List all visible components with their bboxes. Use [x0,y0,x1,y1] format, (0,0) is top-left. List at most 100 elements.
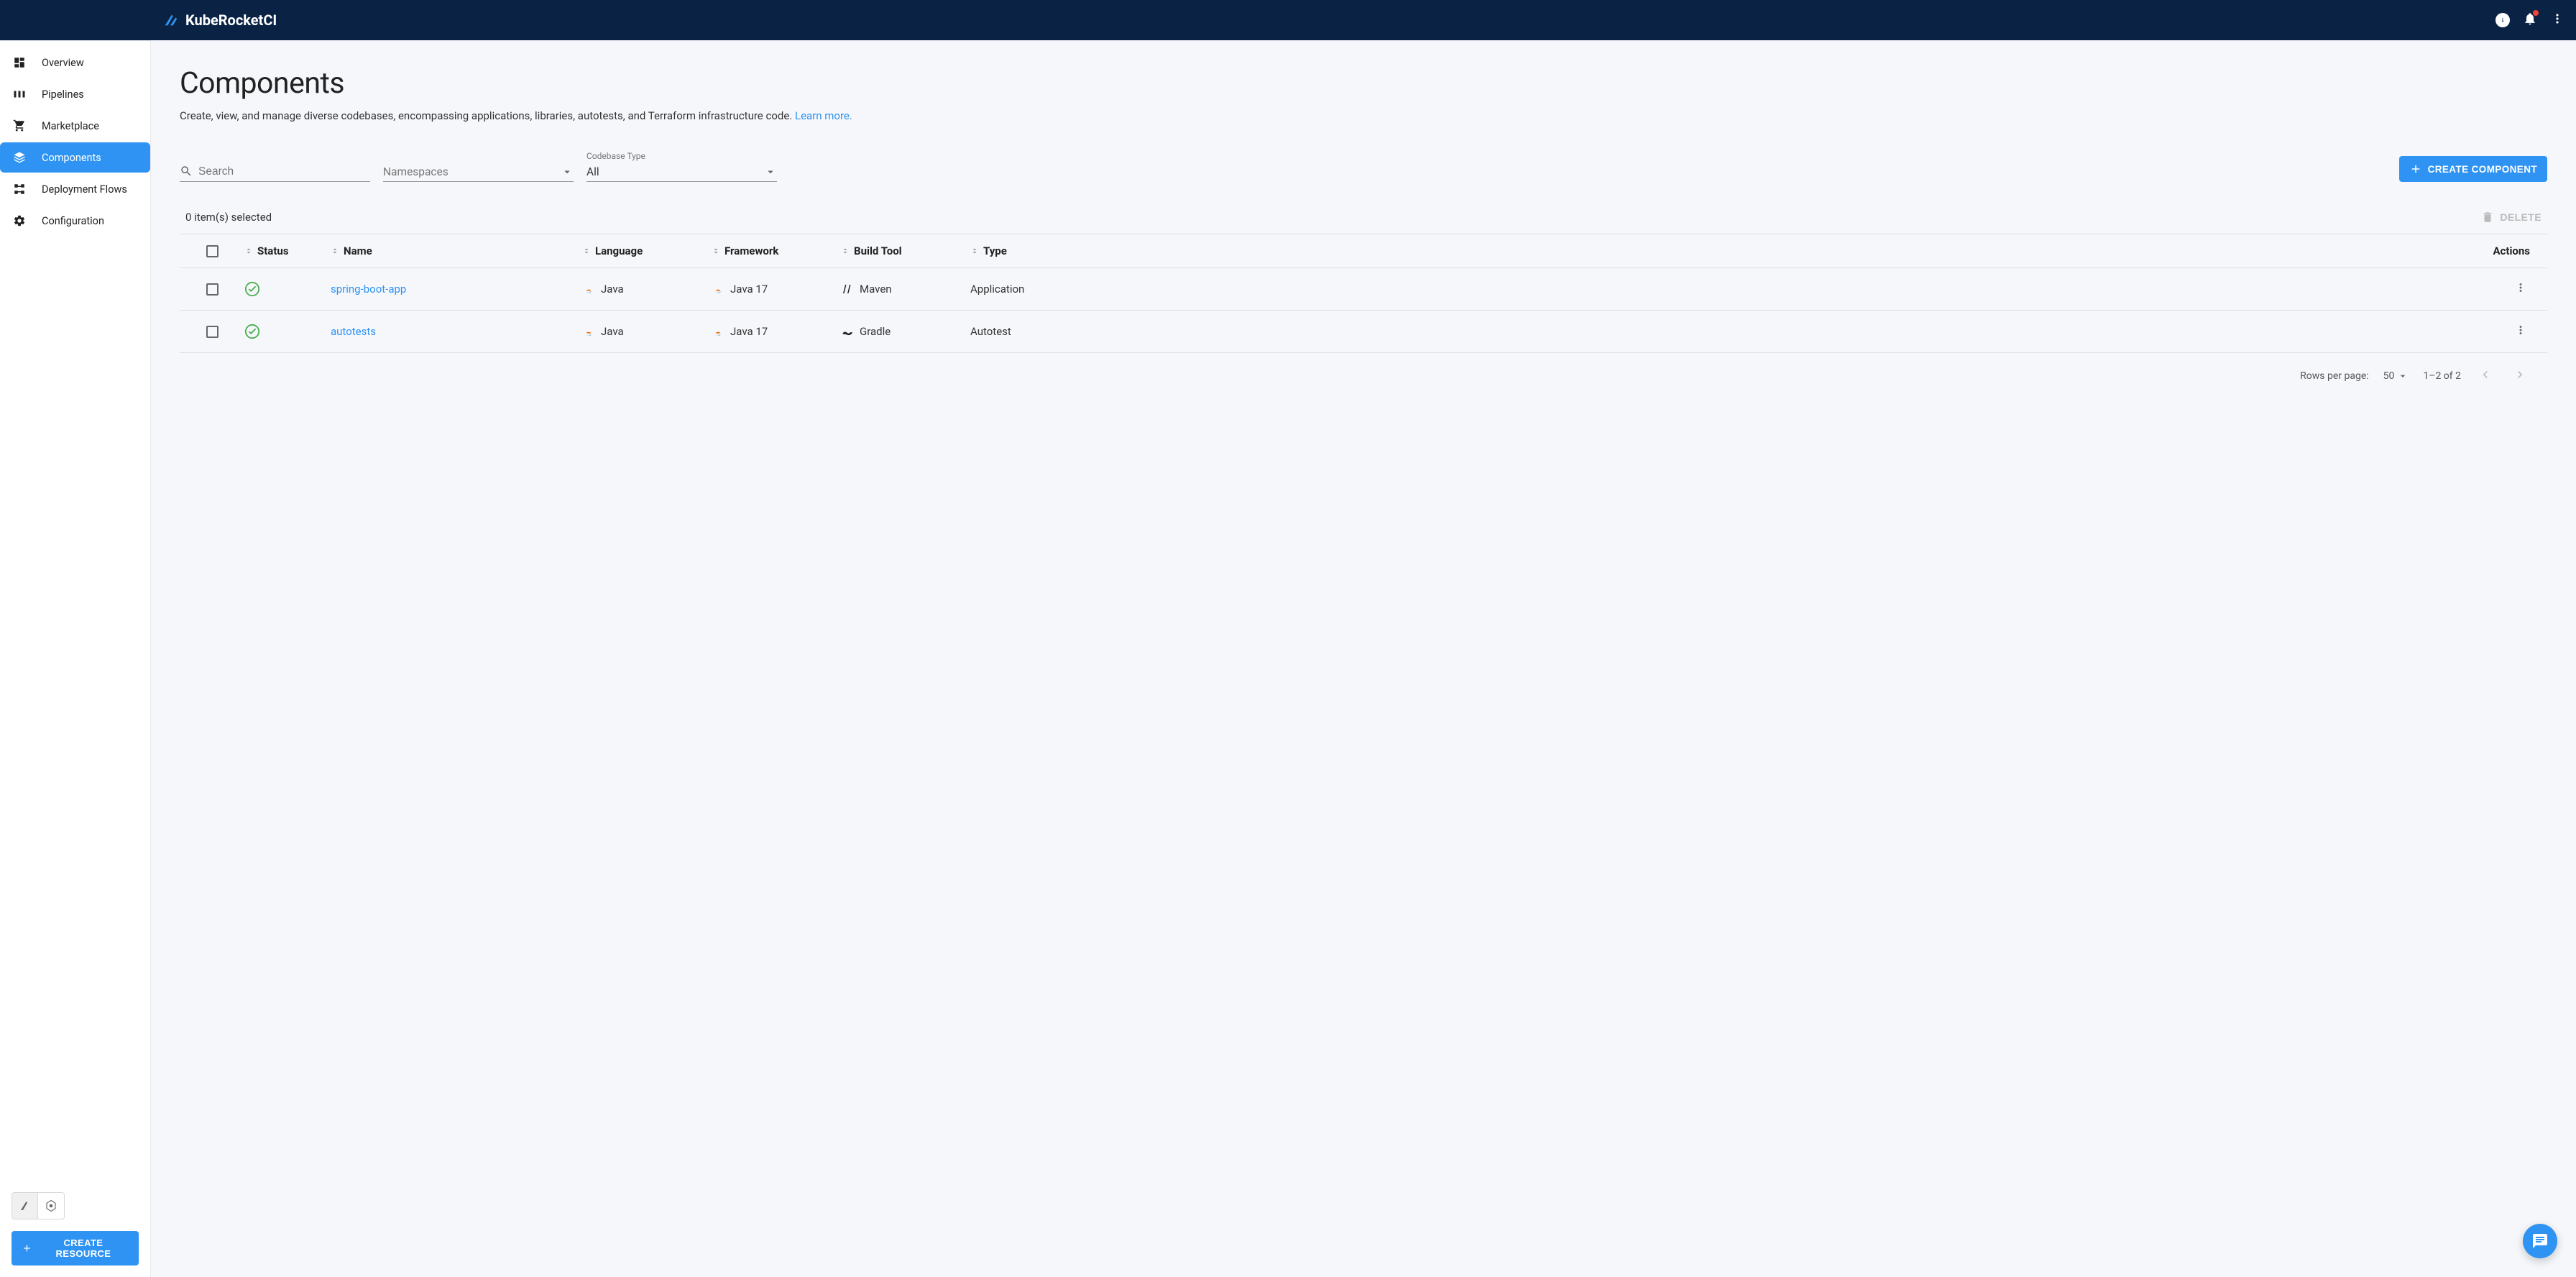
th-type[interactable]: Type [983,244,1007,257]
plus-icon [22,1242,32,1254]
info-icon [2498,15,2508,25]
gradle-icon [841,325,854,338]
codebase-type-label: Codebase Type [586,151,777,161]
page-description: Create, view, and manage diverse codebas… [180,109,2547,122]
create-component-button[interactable]: CREATE COMPONENT [2399,156,2547,182]
sidebar-item-configuration[interactable]: Configuration [0,206,150,236]
sidebar-item-overview[interactable]: Overview [0,47,150,78]
sidebar: Overview Pipelines Marketplace Component… [0,40,151,1277]
sort-icon[interactable] [841,245,850,257]
pagination-prev-button[interactable] [2475,365,2496,388]
info-button[interactable] [2496,13,2510,27]
th-status[interactable]: Status [257,244,289,257]
brand[interactable]: KubeRocketCI [162,12,277,29]
learn-more-link[interactable]: Learn more. [795,109,852,122]
sidebar-item-label: Configuration [42,215,104,227]
sidebar-item-label: Marketplace [42,120,99,132]
sidebar-item-label: Components [42,152,101,164]
th-language[interactable]: Language [595,244,643,257]
sidebar-item-label: Pipelines [42,88,84,101]
tool-switcher [12,1192,65,1219]
components-table: Status Name Language Framework [180,234,2547,353]
namespaces-label: Namespaces [383,165,448,178]
kebab-menu-button[interactable] [2550,12,2564,29]
kubernetes-icon [45,1199,58,1212]
trash-icon [2481,211,2494,224]
select-all-checkbox[interactable] [206,245,218,257]
main-content: Components Create, view, and manage dive… [151,40,2576,1277]
row-checkbox[interactable] [206,283,218,296]
row-actions-button[interactable] [2511,278,2530,300]
plus-icon [2409,163,2422,175]
component-name-link[interactable]: autotests [331,325,376,338]
sort-icon[interactable] [244,245,253,257]
tool-rocket-button[interactable] [12,1193,38,1219]
sort-icon[interactable] [970,245,979,257]
chevron-down-icon [561,165,574,178]
sidebar-item-label: Overview [42,57,84,69]
th-name[interactable]: Name [344,244,372,257]
topbar: KubeRocketCI [0,0,2576,40]
java-icon [582,325,595,338]
td-framework: Java 17 [730,325,768,338]
row-checkbox[interactable] [206,326,218,338]
td-build-tool: Maven [860,283,892,296]
delete-label: DELETE [2500,211,2542,223]
more-vert-icon [2550,12,2564,26]
rows-per-page-label: Rows per page: [2300,370,2368,382]
chevron-left-icon [2478,367,2493,382]
td-type: Application [970,283,1024,296]
sort-icon[interactable] [331,245,339,257]
td-language: Java [601,325,624,338]
search-input[interactable] [180,163,370,182]
status-ok-icon [244,324,260,339]
chevron-right-icon [2513,367,2527,382]
more-vert-icon [2514,324,2527,337]
table-row: spring-boot-app Java Java 17 Maven [180,268,2547,311]
delete-button[interactable]: DELETE [2481,211,2542,224]
search-field-group [180,163,370,182]
chevron-down-icon [2397,370,2409,382]
layers-icon [13,151,26,164]
rocket-icon [19,1199,32,1212]
sidebar-item-marketplace[interactable]: Marketplace [0,111,150,141]
gear-icon [13,214,26,227]
chat-icon [2531,1232,2549,1250]
java-icon [582,283,595,296]
th-build-tool[interactable]: Build Tool [854,244,902,257]
pipeline-icon [13,88,26,101]
td-framework: Java 17 [730,283,768,296]
codebase-type-select[interactable]: All [586,163,777,182]
cart-icon [13,119,26,132]
search-icon [180,165,193,178]
chevron-down-icon [764,165,777,178]
sort-icon[interactable] [582,245,591,257]
component-name-link[interactable]: spring-boot-app [331,283,406,296]
brand-name: KubeRocketCI [185,12,277,29]
create-component-label: CREATE COMPONENT [2428,164,2537,175]
th-framework[interactable]: Framework [724,244,778,257]
codebase-type-value: All [586,165,599,178]
java-icon [712,325,724,338]
pagination-range: 1–2 of 2 [2423,370,2461,382]
sidebar-item-deployment-flows[interactable]: Deployment Flows [0,174,150,204]
notifications-button[interactable] [2523,12,2537,29]
dashboard-icon [13,56,26,69]
tool-k8s-button[interactable] [38,1193,64,1219]
td-type: Autotest [970,325,1011,338]
create-resource-button[interactable]: CREATE RESOURCE [12,1231,139,1265]
sort-icon[interactable] [712,245,720,257]
chat-fab-button[interactable] [2523,1224,2557,1258]
td-language: Java [601,283,624,296]
rows-per-page-select[interactable]: 50 [2383,370,2409,382]
selection-count: 0 item(s) selected [185,211,272,224]
notification-dot [2533,10,2539,16]
pagination-next-button[interactable] [2510,365,2530,388]
namespaces-select[interactable]: Namespaces [383,163,574,182]
sidebar-item-pipelines[interactable]: Pipelines [0,79,150,109]
pagination: Rows per page: 50 1–2 of 2 [180,353,2547,399]
row-actions-button[interactable] [2511,321,2530,342]
sidebar-item-components[interactable]: Components [0,142,150,173]
rows-per-page-value: 50 [2383,370,2395,382]
more-vert-icon [2514,281,2527,294]
